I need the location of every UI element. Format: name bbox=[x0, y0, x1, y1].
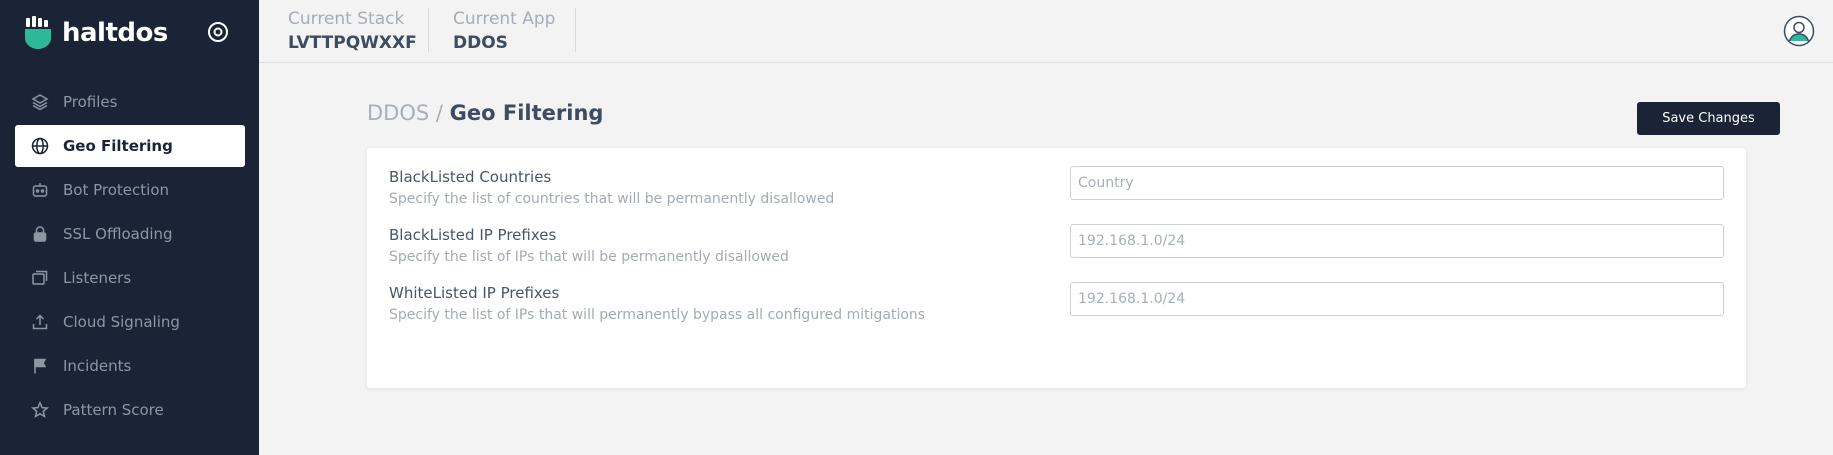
sidebar-nav: Profiles Geo Filtering Bot Protection SS… bbox=[15, 81, 245, 433]
form-row-blacklisted-countries: BlackListed Countries Specify the list o… bbox=[389, 166, 1724, 227]
breadcrumb: DDOS / Geo Filtering bbox=[367, 101, 603, 125]
sidebar-item-label: Profiles bbox=[63, 93, 118, 111]
main-content: DDOS / Geo Filtering Save Changes BlackL… bbox=[259, 62, 1833, 455]
user-avatar-icon[interactable] bbox=[1783, 15, 1815, 47]
sidebar-item-ssl-offloading[interactable]: SSL Offloading bbox=[15, 213, 245, 255]
brand[interactable]: haltdos bbox=[24, 16, 168, 50]
save-changes-button[interactable]: Save Changes bbox=[1637, 102, 1780, 135]
sidebar-item-label: Bot Protection bbox=[63, 181, 170, 199]
blacklisted-ip-prefixes-input[interactable] bbox=[1070, 224, 1724, 258]
geo-filtering-form: BlackListed Countries Specify the list o… bbox=[367, 148, 1746, 388]
blacklisted-countries-input[interactable] bbox=[1070, 166, 1724, 200]
top-bar: Current Stack LVTTPQWXXF Current App DDO… bbox=[259, 0, 1833, 63]
header-divider bbox=[428, 8, 429, 52]
globe-icon bbox=[31, 137, 49, 155]
sidebar-item-incidents[interactable]: Incidents bbox=[15, 345, 245, 387]
breadcrumb-separator: / bbox=[435, 101, 443, 125]
sidebar-item-label: Incidents bbox=[63, 357, 132, 375]
current-stack-selector[interactable]: Current Stack LVTTPQWXXF bbox=[288, 8, 417, 54]
lock-icon bbox=[31, 225, 49, 243]
form-row-blacklisted-ip-prefixes: BlackListed IP Prefixes Specify the list… bbox=[389, 224, 1724, 285]
whitelisted-ip-prefixes-input[interactable] bbox=[1070, 282, 1724, 316]
sidebar-item-bot-protection[interactable]: Bot Protection bbox=[15, 169, 245, 211]
page-title: Geo Filtering bbox=[449, 101, 604, 125]
sidebar-item-cloud-signaling[interactable]: Cloud Signaling bbox=[15, 301, 245, 343]
current-app-label: Current App bbox=[453, 9, 556, 29]
sidebar-item-label: Cloud Signaling bbox=[63, 313, 180, 331]
haltdos-logo-icon bbox=[24, 16, 54, 50]
current-app-value: DDOS bbox=[453, 33, 508, 53]
layers-icon bbox=[31, 93, 49, 111]
form-row-whitelisted-ip-prefixes: WhiteListed IP Prefixes Specify the list… bbox=[389, 282, 1724, 343]
brand-name: haltdos bbox=[62, 18, 168, 48]
sidebar: haltdos Profiles Geo Filtering Bot Prote… bbox=[0, 0, 259, 455]
upload-icon bbox=[31, 313, 49, 331]
breadcrumb-parent[interactable]: DDOS bbox=[367, 101, 429, 125]
sidebar-item-label: Geo Filtering bbox=[63, 137, 173, 155]
robot-icon bbox=[31, 181, 49, 199]
windows-icon bbox=[31, 269, 49, 287]
sidebar-item-label: Pattern Score bbox=[63, 401, 164, 419]
flag-icon bbox=[31, 357, 49, 375]
current-stack-label: Current Stack bbox=[288, 9, 405, 29]
sidebar-item-label: SSL Offloading bbox=[63, 225, 173, 243]
current-stack-value: LVTTPQWXXF bbox=[288, 33, 417, 53]
current-app-selector[interactable]: Current App DDOS bbox=[453, 8, 555, 54]
sidebar-item-geo-filtering[interactable]: Geo Filtering bbox=[15, 125, 245, 167]
star-icon bbox=[30, 400, 50, 419]
sidebar-item-listeners[interactable]: Listeners bbox=[15, 257, 245, 299]
header-divider bbox=[575, 8, 576, 52]
sidebar-item-pattern-score[interactable]: Pattern Score bbox=[15, 389, 245, 431]
sidebar-item-label: Listeners bbox=[63, 269, 132, 287]
target-icon[interactable] bbox=[206, 20, 230, 44]
sidebar-item-profiles[interactable]: Profiles bbox=[15, 81, 245, 123]
